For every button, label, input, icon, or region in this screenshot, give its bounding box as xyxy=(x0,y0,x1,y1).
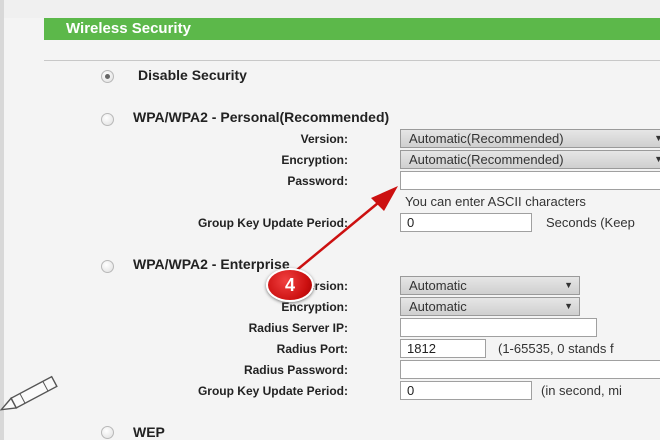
personal-password-label: Password: xyxy=(287,174,348,188)
top-strip xyxy=(0,0,660,18)
wep-radio[interactable] xyxy=(101,426,114,439)
chevron-down-icon: ▼ xyxy=(654,130,660,147)
enterprise-encryption-label: Encryption: xyxy=(281,300,348,314)
header-divider xyxy=(44,60,660,61)
radius-port-label: Radius Port: xyxy=(276,342,348,356)
personal-gkup-input[interactable]: 0 xyxy=(400,213,532,232)
personal-version-label: Version: xyxy=(300,132,348,146)
chevron-down-icon: ▼ xyxy=(654,151,660,168)
radius-password-input[interactable] xyxy=(400,360,660,379)
personal-gkup-hint: Seconds (Keep xyxy=(546,215,635,230)
enterprise-encryption-select[interactable]: Automatic ▼ xyxy=(400,297,580,316)
enterprise-gkup-hint: (in second, mi xyxy=(541,383,622,398)
step-callout-badge: 4 xyxy=(266,268,314,302)
settings-panel: Wireless Security Disable Security WPA/W… xyxy=(0,0,660,440)
section-header: Wireless Security xyxy=(44,18,660,40)
wpa-personal-radio[interactable] xyxy=(101,113,114,126)
chevron-down-icon: ▼ xyxy=(564,301,573,311)
disable-security-radio[interactable] xyxy=(101,70,114,83)
disable-security-label: Disable Security xyxy=(138,67,247,83)
enterprise-version-select[interactable]: Automatic ▼ xyxy=(400,276,580,295)
radius-ip-input[interactable] xyxy=(400,318,597,337)
personal-password-hint: You can enter ASCII characters xyxy=(405,194,586,209)
personal-encryption-select[interactable]: Automatic(Recommended) ▼ xyxy=(400,150,660,169)
chevron-down-icon: ▼ xyxy=(564,280,573,290)
personal-gkup-label: Group Key Update Period: xyxy=(197,216,348,230)
radius-port-input[interactable]: 1812 xyxy=(400,339,486,358)
wep-label: WEP xyxy=(133,424,165,440)
radius-port-hint: (1-65535, 0 stands f xyxy=(498,341,614,356)
frame-border xyxy=(0,0,4,440)
wpa-enterprise-label: WPA/WPA2 - Enterprise xyxy=(133,256,290,272)
personal-version-value: Automatic(Recommended) xyxy=(409,131,564,146)
personal-password-input[interactable] xyxy=(400,171,660,190)
wpa-enterprise-radio[interactable] xyxy=(101,260,114,273)
personal-encryption-label: Encryption: xyxy=(281,153,348,167)
enterprise-encryption-value: Automatic xyxy=(409,299,467,314)
personal-version-select[interactable]: Automatic(Recommended) ▼ xyxy=(400,129,660,148)
personal-encryption-value: Automatic(Recommended) xyxy=(409,152,564,167)
radius-ip-label: Radius Server IP: xyxy=(248,321,348,335)
enterprise-gkup-label: Group Key Update Period: xyxy=(197,384,348,398)
wpa-personal-label: WPA/WPA2 - Personal(Recommended) xyxy=(133,109,390,125)
enterprise-version-value: Automatic xyxy=(409,278,467,293)
radius-password-label: Radius Password: xyxy=(243,363,348,377)
enterprise-gkup-input[interactable]: 0 xyxy=(400,381,532,400)
